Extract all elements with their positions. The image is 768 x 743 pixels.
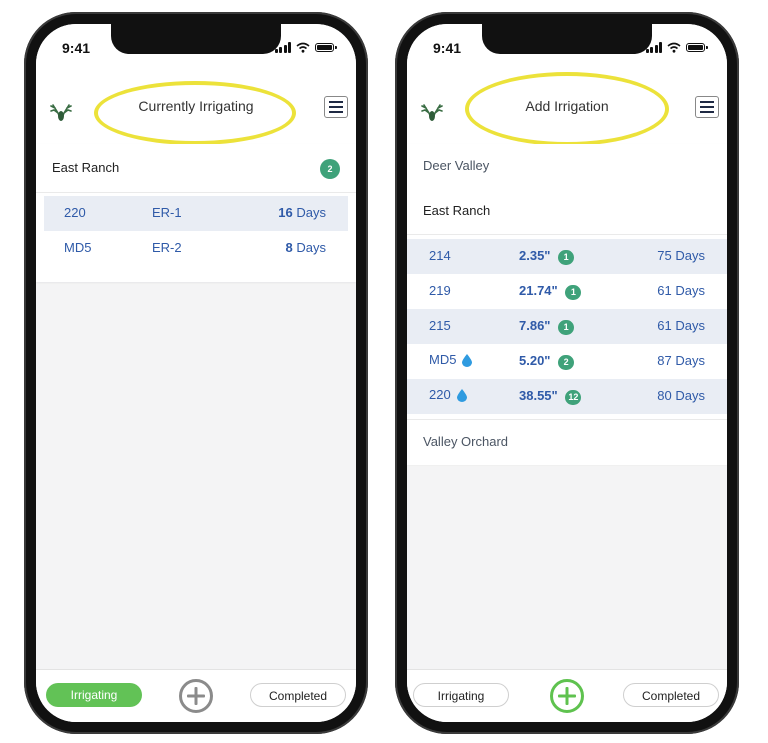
ranch-count-badge: 2 bbox=[320, 159, 340, 179]
page-title: Add Irrigation bbox=[525, 98, 609, 114]
days-number: 16 bbox=[278, 205, 293, 220]
days-cell: 61 Days bbox=[657, 283, 705, 298]
ranch-name: East Ranch bbox=[52, 160, 120, 175]
days-cell: 16 Days bbox=[278, 205, 326, 220]
status-time: 9:41 bbox=[62, 40, 91, 56]
count-badge: 12 bbox=[565, 390, 582, 405]
ranch-valley-orchard[interactable]: Valley Orchard bbox=[407, 419, 727, 465]
table-row[interactable]: 215 7.86" 1 61 Days bbox=[407, 309, 727, 344]
app-header: Currently Irrigating bbox=[36, 76, 356, 145]
plus-circle-icon[interactable] bbox=[179, 679, 213, 713]
set-name: ER-2 bbox=[152, 240, 182, 255]
ranch-name: Valley Orchard bbox=[423, 434, 509, 449]
screen: 9:41 Currently Irrigating East Ranch 2 2… bbox=[36, 24, 356, 722]
field-name: MD5 bbox=[429, 352, 473, 368]
irrigating-list: East Ranch 2 220 ER-1 16 Days MD5 ER-2 8… bbox=[36, 144, 356, 670]
hamburger-icon[interactable] bbox=[695, 96, 719, 118]
ranch-deer-valley[interactable]: Deer Valley bbox=[407, 144, 727, 190]
water-amount: 7.86" 1 bbox=[519, 318, 575, 335]
table-row[interactable]: 220 ER-1 16 Days bbox=[44, 196, 348, 231]
ranch-name: East Ranch bbox=[423, 203, 491, 218]
water-amount: 5.20" 2 bbox=[519, 353, 575, 370]
table-row[interactable]: MD5 5.20" 2 87 Days bbox=[407, 344, 727, 379]
table-row[interactable]: 220 38.55" 12 80 Days bbox=[407, 379, 727, 414]
hamburger-icon[interactable] bbox=[324, 96, 348, 118]
phone-add-irrigation: 9:41 Add Irrigation Deer Valley East Ran… bbox=[395, 12, 739, 734]
ranch-header[interactable]: East Ranch 2 bbox=[36, 144, 356, 193]
days-label: Days bbox=[296, 205, 326, 220]
tab-completed[interactable]: Completed bbox=[250, 683, 346, 707]
status-icons bbox=[274, 42, 337, 53]
table-row[interactable]: MD5 ER-2 8 Days bbox=[44, 231, 348, 266]
wifi-icon bbox=[296, 42, 310, 53]
days-cell: 8 Days bbox=[286, 240, 326, 255]
days-label: Days bbox=[296, 240, 326, 255]
table-row[interactable]: 214 2.35" 1 75 Days bbox=[407, 239, 727, 274]
water-drop-icon bbox=[456, 389, 467, 403]
days-cell: 75 Days bbox=[657, 248, 705, 263]
status-icons bbox=[645, 42, 708, 53]
field-label: MD5 bbox=[429, 352, 457, 367]
days-cell: 87 Days bbox=[657, 353, 705, 368]
count-badge: 1 bbox=[558, 320, 575, 335]
days-number: 8 bbox=[285, 240, 293, 255]
water-amount: 2.35" 1 bbox=[519, 248, 575, 265]
bottom-tab-bar: Irrigating Completed bbox=[36, 669, 356, 722]
ranch-list: Deer Valley East Ranch 214 2.35" 1 75 Da… bbox=[407, 144, 727, 670]
amount-value: 38.55" bbox=[519, 388, 558, 403]
ranch-card: Deer Valley East Ranch 214 2.35" 1 75 Da… bbox=[407, 144, 727, 465]
days-cell: 61 Days bbox=[657, 318, 705, 333]
table-row[interactable]: 219 21.74" 1 61 Days bbox=[407, 274, 727, 309]
app-header: Add Irrigation bbox=[407, 76, 727, 145]
water-amount: 38.55" 12 bbox=[519, 388, 582, 405]
page-title: Currently Irrigating bbox=[138, 98, 254, 114]
notch bbox=[111, 24, 281, 54]
field-name: 220 bbox=[64, 205, 86, 220]
tab-irrigating[interactable]: Irrigating bbox=[46, 683, 142, 707]
count-badge: 2 bbox=[558, 355, 575, 370]
days-cell: 80 Days bbox=[657, 388, 705, 403]
set-name: ER-1 bbox=[152, 205, 182, 220]
tab-completed[interactable]: Completed bbox=[623, 683, 719, 707]
field-name: 214 bbox=[429, 248, 451, 263]
notch bbox=[482, 24, 652, 54]
phone-currently-irrigating: 9:41 Currently Irrigating East Ranch 2 2… bbox=[24, 12, 368, 734]
count-badge: 1 bbox=[558, 250, 575, 265]
battery-icon bbox=[315, 43, 337, 52]
amount-value: 5.20" bbox=[519, 353, 551, 368]
battery-icon bbox=[686, 43, 708, 52]
ranch-east-ranch[interactable]: East Ranch bbox=[407, 189, 727, 235]
field-name: 215 bbox=[429, 318, 451, 333]
ranch-name: Deer Valley bbox=[423, 158, 490, 173]
status-time: 9:41 bbox=[433, 40, 462, 56]
field-name: 219 bbox=[429, 283, 451, 298]
water-drop-icon bbox=[462, 354, 473, 368]
field-name: 220 bbox=[429, 387, 467, 403]
amount-value: 7.86" bbox=[519, 318, 551, 333]
amount-value: 21.74" bbox=[519, 283, 558, 298]
field-label: 220 bbox=[429, 387, 451, 402]
ranch-card: East Ranch 2 220 ER-1 16 Days MD5 ER-2 8… bbox=[36, 144, 356, 282]
water-amount: 21.74" 1 bbox=[519, 283, 582, 300]
field-name: MD5 bbox=[64, 240, 92, 255]
bottom-tab-bar: Irrigating Completed bbox=[407, 669, 727, 722]
tab-irrigating[interactable]: Irrigating bbox=[413, 683, 509, 707]
plus-circle-icon[interactable] bbox=[550, 679, 584, 713]
count-badge: 1 bbox=[565, 285, 582, 300]
amount-value: 2.35" bbox=[519, 248, 551, 263]
wifi-icon bbox=[667, 42, 681, 53]
screen: 9:41 Add Irrigation Deer Valley East Ran… bbox=[407, 24, 727, 722]
